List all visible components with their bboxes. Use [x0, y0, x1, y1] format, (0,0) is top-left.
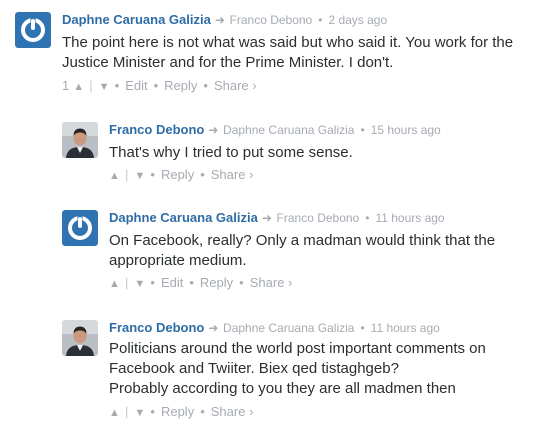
vote-divider: | [125, 275, 129, 290]
timestamp[interactable]: 11 hours ago [371, 321, 440, 335]
edit-link[interactable]: Edit [161, 275, 183, 290]
separator-dot: • [150, 167, 155, 182]
avatar-power-logo-icon[interactable] [15, 12, 51, 48]
comment-footer: 1 ▲ | ▼ • Edit • Reply • Share › [62, 78, 257, 95]
separator-dot: • [318, 13, 323, 27]
comment: Daphne Caruana Galizia ➜ Franco Debono • 11… [62, 210, 532, 294]
vote-divider: | [125, 167, 129, 182]
comment-message: The point here is not what was said but … [62, 33, 513, 73]
author-name[interactable]: Franco Debono [109, 320, 204, 335]
share-link[interactable]: Share › [211, 404, 254, 419]
downvote-icon[interactable]: ▼ [99, 80, 110, 95]
reply-link[interactable]: Reply [164, 78, 197, 93]
separator-dot: • [153, 78, 159, 93]
comment-message: On Facebook, really? Only a madman would… [109, 231, 495, 271]
separator-dot: • [239, 275, 244, 290]
timestamp[interactable]: 15 hours ago [371, 123, 441, 137]
comment-header: Daphne Caruana Galizia ➜ Franco Debono • 2 … [62, 12, 387, 28]
avatar-power-logo-icon[interactable] [62, 210, 98, 246]
upvote-icon[interactable]: ▲ [109, 277, 120, 292]
share-link[interactable]: Share › [214, 78, 257, 93]
separator-dot: • [150, 404, 155, 419]
author-name[interactable]: Daphne Caruana Galizia [62, 12, 211, 27]
reply-to-name[interactable]: Franco Debono [230, 13, 313, 27]
share-link[interactable]: Share › [211, 167, 254, 182]
vote-divider: | [125, 404, 129, 419]
comment: Franco Debono ➜ Daphne Caruana Galizia • 15… [62, 122, 532, 186]
downvote-icon[interactable]: ▼ [134, 169, 145, 184]
separator-dot: • [360, 123, 365, 137]
avatar-user-photo-icon[interactable] [62, 320, 98, 356]
upvote-icon[interactable]: ▲ [109, 169, 120, 184]
timestamp[interactable]: 11 hours ago [375, 211, 444, 225]
avatar-user-photo-icon[interactable] [62, 122, 98, 158]
downvote-icon[interactable]: ▼ [134, 406, 145, 421]
user-photo-icon [62, 122, 98, 158]
comment-header: Daphne Caruana Galizia ➜ Franco Debono • 11… [109, 210, 445, 226]
power-logo-icon [62, 210, 98, 246]
message-line: Justice Minister and for the Prime Minis… [62, 54, 394, 71]
comment-header: Franco Debono ➜ Daphne Caruana Galizia • 11… [109, 320, 440, 336]
separator-dot: • [189, 275, 194, 290]
comment-footer: ▲ | ▼ • Reply • Share › [109, 167, 253, 184]
reply-link[interactable]: Reply [161, 167, 194, 182]
separator-dot: • [203, 78, 208, 93]
message-line: Facebook and Twiiter. Biex qed tistaghge… [109, 360, 399, 377]
upvote-icon[interactable]: ▲ [109, 406, 120, 421]
reply-to-name[interactable]: Franco Debono [277, 211, 360, 225]
reply-to-name[interactable]: Daphne Caruana Galizia [223, 321, 354, 335]
comment: Franco Debono ➜ Daphne Caruana Galizia • 11… [62, 320, 532, 424]
comment-message: Politicians around the world post import… [109, 339, 486, 399]
reply-arrow-icon: ➜ [214, 13, 225, 27]
message-line: The point here is not what was said but … [62, 34, 514, 51]
comment: Daphne Caruana Galizia ➜ Franco Debono • 2 … [15, 12, 535, 96]
user-photo-icon [62, 320, 98, 356]
separator-dot: • [365, 211, 370, 225]
author-name[interactable]: Franco Debono [109, 122, 204, 137]
timestamp[interactable]: 2 days ago [328, 13, 387, 27]
reply-link[interactable]: Reply [200, 275, 233, 290]
downvote-icon[interactable]: ▼ [134, 277, 145, 292]
reply-arrow-icon: ➜ [261, 211, 272, 225]
separator-dot: • [150, 275, 155, 290]
power-logo-icon [15, 12, 51, 48]
message-line: Probably according to you they are all m… [109, 380, 456, 397]
reply-arrow-icon: ➜ [208, 321, 219, 335]
message-line: On Facebook, really? Only a madman would… [109, 232, 496, 249]
comment-header: Franco Debono ➜ Daphne Caruana Galizia • 15… [109, 122, 441, 138]
comment-footer: ▲ | ▼ • Edit • Reply • Share › [109, 275, 292, 292]
reply-arrow-icon: ➜ [208, 123, 219, 137]
separator-dot: • [200, 167, 205, 182]
vote-count: 1 [62, 78, 70, 93]
comment-thread: Daphne Caruana Galizia ➜ Franco Debono • 2 … [0, 0, 540, 426]
message-line: That's why I tried to put some sense. [109, 144, 353, 161]
author-name[interactable]: Daphne Caruana Galizia [109, 210, 258, 225]
message-line: appropriate medium. [109, 252, 247, 269]
edit-link[interactable]: Edit [125, 78, 147, 93]
reply-link[interactable]: Reply [161, 404, 194, 419]
vote-divider: | [89, 78, 93, 93]
reply-to-name[interactable]: Daphne Caruana Galizia [223, 123, 354, 137]
separator-dot: • [360, 321, 365, 335]
separator-dot: • [200, 404, 205, 419]
message-line: Politicians around the world post import… [109, 340, 486, 357]
share-link[interactable]: Share › [250, 275, 293, 290]
separator-dot: • [114, 78, 120, 93]
comment-footer: ▲ | ▼ • Reply • Share › [109, 404, 253, 421]
comment-message: That's why I tried to put some sense. [109, 143, 353, 163]
upvote-icon[interactable]: ▲ [73, 80, 84, 95]
